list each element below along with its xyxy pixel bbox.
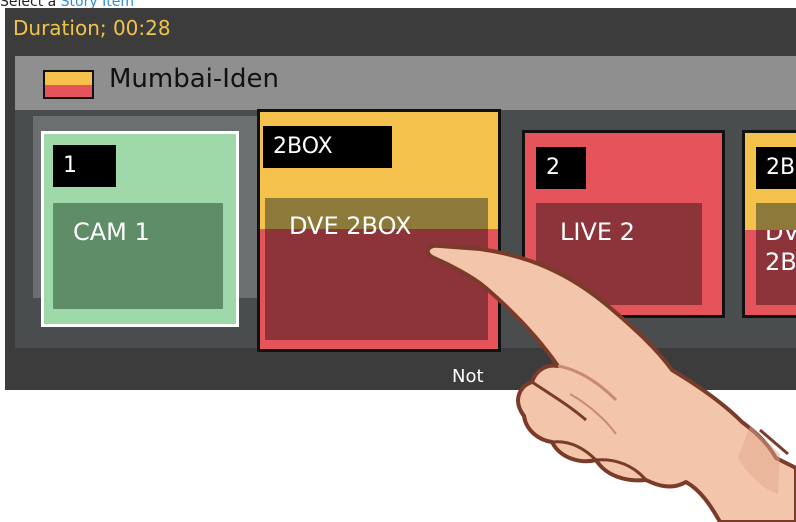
duration-label: Duration; 00:28 (13, 16, 171, 40)
item-number: 1 (53, 145, 116, 187)
pointing-hand-icon (425, 244, 796, 522)
story-color-flag-icon (43, 70, 94, 99)
story-item-cam1[interactable]: 1 CAM 1 (41, 131, 239, 327)
item-number: 2BOX (263, 126, 392, 168)
item-number: 2B (756, 147, 796, 189)
item-label: CAM 1 (53, 203, 223, 309)
item-label: DVE 2BOX (289, 212, 412, 240)
story-header[interactable]: Mumbai-Iden (15, 56, 796, 110)
story-title: Mumbai-Iden (109, 64, 279, 94)
item-number: 2 (536, 147, 586, 189)
